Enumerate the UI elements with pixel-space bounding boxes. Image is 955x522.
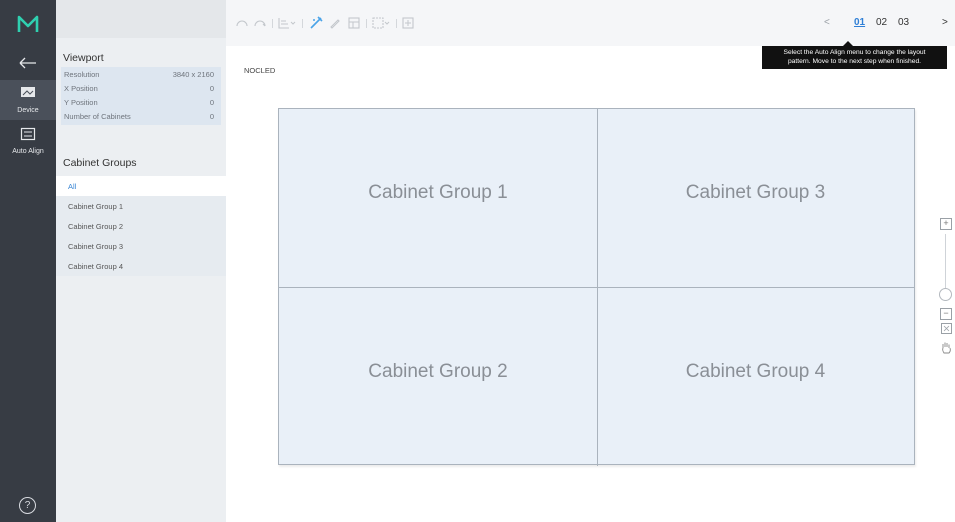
viewport-row-label: Number of Cabinets [64, 112, 131, 121]
viewport-row-value: 0 [209, 84, 214, 93]
layout-canvas[interactable]: Cabinet Group 1 Cabinet Group 3 Cabinet … [278, 108, 915, 466]
viewport-row: Number of Cabinets 0 [64, 112, 214, 121]
side-panel: Viewport Resolution 3840 x 2160 X Positi… [56, 0, 226, 522]
cabinet-group-item[interactable]: Cabinet Group 3 [56, 236, 226, 256]
toolbar-divider [396, 19, 397, 28]
toolbar-divider [302, 19, 303, 28]
pattern-dropdown-icon[interactable] [372, 17, 384, 29]
viewport-row: X Position 0 [64, 84, 214, 93]
viewport-row: Resolution 3840 x 2160 [64, 70, 214, 79]
viewport-row-label: Resolution [64, 70, 100, 79]
redo-icon[interactable] [254, 17, 266, 29]
cabinet-group-item-all[interactable]: All [56, 176, 226, 196]
rail-item-device-label: Device [17, 107, 39, 114]
rail-item-auto-align[interactable]: Auto Align [0, 123, 56, 159]
cabinet-group-cell[interactable]: Cabinet Group 4 [597, 288, 914, 466]
viewport-title: Viewport [63, 52, 104, 64]
step-tooltip: Select the Auto Align menu to change the… [762, 41, 947, 69]
next-step-button[interactable]: > [942, 17, 948, 28]
cabinet-group-cell[interactable]: Cabinet Group 3 [597, 109, 914, 288]
rail-item-auto-align-label: Auto Align [12, 148, 44, 155]
viewport-row-value: 0 [209, 98, 214, 107]
zoom-out-button[interactable]: − [940, 308, 952, 320]
toolbar-divider [366, 19, 367, 28]
cabinet-group-cell-label: Cabinet Group 4 [685, 361, 826, 382]
toolbar: < 01 02 03 > [226, 0, 955, 46]
auto-align-icon [20, 127, 36, 141]
cabinet-group-cell[interactable]: Cabinet Group 2 [279, 288, 598, 466]
step-01-link[interactable]: 01 [854, 17, 865, 28]
left-rail: Device Auto Align ? [0, 0, 56, 522]
align-dropdown-icon[interactable] [278, 17, 290, 29]
viewport-info: Resolution 3840 x 2160 X Position 0 Y Po… [61, 67, 221, 125]
cabinet-group-cell-label: Cabinet Group 2 [368, 361, 508, 382]
viewport-row-value: 3840 x 2160 [172, 70, 214, 79]
layout-grid-icon[interactable] [348, 17, 360, 29]
cabinet-group-label: All [68, 182, 77, 191]
fit-screen-icon[interactable] [941, 323, 952, 334]
panel-header-strip [56, 0, 226, 38]
magic-wand-icon[interactable] [309, 16, 323, 30]
zoom-slider-track[interactable] [945, 234, 946, 294]
cabinet-group-item[interactable]: Cabinet Group 2 [56, 216, 226, 236]
rail-item-device[interactable]: Device [0, 80, 56, 120]
cabinet-group-item[interactable]: Cabinet Group 4 [56, 256, 226, 276]
cabinet-group-cell-label: Cabinet Group 1 [368, 182, 508, 203]
step-03-link[interactable]: 03 [898, 17, 909, 28]
zoom-slider-thumb[interactable] [939, 288, 952, 301]
add-box-icon[interactable] [402, 17, 414, 29]
back-arrow-icon[interactable] [18, 55, 38, 71]
tooltip-line: Select the Auto Align menu to change the… [783, 49, 926, 56]
step-02-link[interactable]: 02 [876, 17, 887, 28]
cabinet-group-label: Cabinet Group 2 [68, 222, 124, 231]
cabinet-group-cell-label: Cabinet Group 3 [685, 182, 826, 203]
monitor-icon [21, 87, 35, 97]
chevron-down-icon[interactable] [290, 17, 296, 29]
chevron-down-icon[interactable] [384, 17, 390, 29]
undo-icon[interactable] [236, 17, 248, 29]
hand-pan-icon[interactable] [940, 341, 952, 354]
toolbar-divider [272, 19, 273, 28]
cabinet-groups-title: Cabinet Groups [63, 157, 137, 169]
zoom-in-button[interactable]: + [940, 218, 952, 230]
zoom-controls: + − [938, 218, 954, 358]
viewport-row-value: 0 [209, 112, 214, 121]
app-logo-icon[interactable] [16, 12, 40, 36]
viewport-row: Y Position 0 [64, 98, 214, 107]
cabinet-group-list: All Cabinet Group 1 Cabinet Group 2 Cabi… [56, 176, 226, 276]
tooltip-line: pattern. Move to the next step when fini… [787, 58, 922, 65]
device-name-label: NOCLED [244, 66, 276, 75]
prev-step-button[interactable]: < [824, 17, 830, 28]
pencil-icon[interactable] [329, 17, 341, 29]
cabinet-group-label: Cabinet Group 4 [68, 262, 124, 271]
viewport-row-label: X Position [64, 84, 98, 93]
cabinet-group-cell[interactable]: Cabinet Group 1 [279, 109, 598, 288]
cabinet-group-label: Cabinet Group 1 [68, 202, 124, 211]
cabinet-group-label: Cabinet Group 3 [68, 242, 124, 251]
help-icon[interactable]: ? [19, 497, 36, 514]
viewport-row-label: Y Position [64, 98, 98, 107]
cabinet-group-item[interactable]: Cabinet Group 1 [56, 196, 226, 216]
